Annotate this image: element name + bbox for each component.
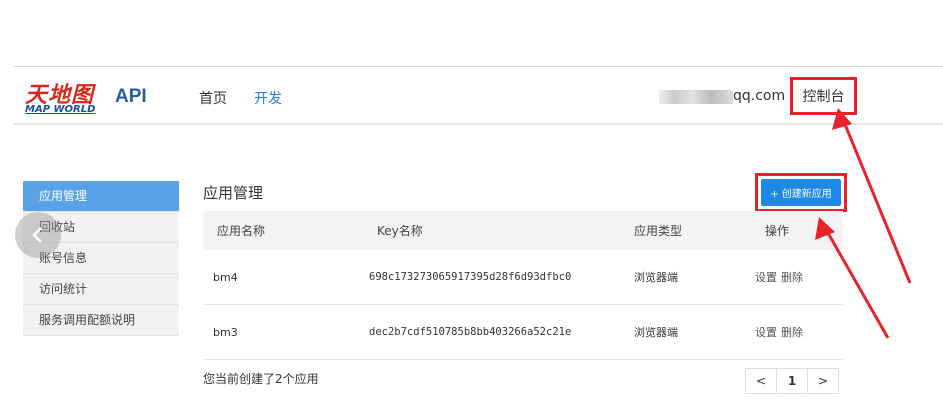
app-key: 698c173273065917395d28f6d93dfbc0	[369, 271, 572, 283]
logo-text-en: MAP WORLD	[25, 104, 96, 115]
delete-link[interactable]: 删除	[781, 271, 803, 284]
table-row: bm4 698c173273065917395d28f6d93dfbc0 浏览器…	[203, 250, 843, 305]
app-count-text: 您当前创建了2个应用	[203, 372, 319, 386]
console-button[interactable]: 控制台	[790, 77, 857, 115]
chevron-left-icon	[32, 227, 42, 243]
sidebar: 应用管理 回收站 账号信息 访问统计 服务调用配额说明	[23, 181, 179, 336]
create-button-highlight: + 创建新应用	[755, 173, 847, 212]
page-title: 应用管理	[203, 184, 264, 202]
pagination-prev-button[interactable]: <	[745, 368, 777, 394]
table-header: 应用名称 Key名称 应用类型 操作	[203, 211, 843, 250]
console-label: 控制台	[802, 89, 845, 105]
header: 天地图 MAP WORLD API 首页 开发 qq.com 控制台	[13, 67, 943, 125]
logo[interactable]: 天地图 MAP WORLD	[25, 77, 105, 119]
collapse-sidebar-button[interactable]	[15, 212, 61, 258]
nav-home[interactable]: 首页	[199, 88, 227, 108]
sidebar-item-quota-info[interactable]: 服务调用配额说明	[23, 305, 179, 336]
user-email-blurred	[659, 90, 733, 104]
pagination-next-button[interactable]: >	[807, 368, 839, 394]
delete-link[interactable]: 删除	[781, 326, 803, 339]
column-header-name: 应用名称	[217, 224, 266, 238]
pagination: < 1 >	[745, 368, 839, 394]
user-email[interactable]: qq.com	[733, 88, 785, 104]
sidebar-item-access-stats[interactable]: 访问统计	[23, 274, 179, 305]
apps-table: 应用名称 Key名称 应用类型 操作 bm4 698c1732730659173…	[203, 211, 843, 360]
table-row: bm3 dec2b7cdf510785b8bb403266a52c21e 浏览器…	[203, 305, 843, 360]
app-name: bm3	[213, 325, 238, 339]
create-app-button[interactable]: + 创建新应用	[761, 179, 841, 206]
app-type: 浏览器端	[634, 271, 678, 284]
settings-link[interactable]: 设置	[755, 271, 777, 284]
column-header-type: 应用类型	[634, 224, 683, 238]
column-header-key: Key名称	[377, 224, 423, 238]
settings-link[interactable]: 设置	[755, 326, 777, 339]
pagination-page-current[interactable]: 1	[776, 368, 808, 394]
api-title: API	[115, 86, 147, 107]
sidebar-item-app-management[interactable]: 应用管理	[23, 181, 179, 212]
app-type: 浏览器端	[634, 326, 678, 339]
app-key: dec2b7cdf510785b8bb403266a52c21e	[369, 326, 572, 338]
app-name: bm4	[213, 270, 238, 284]
column-header-actions: 操作	[765, 224, 790, 238]
nav-develop[interactable]: 开发	[254, 88, 282, 108]
